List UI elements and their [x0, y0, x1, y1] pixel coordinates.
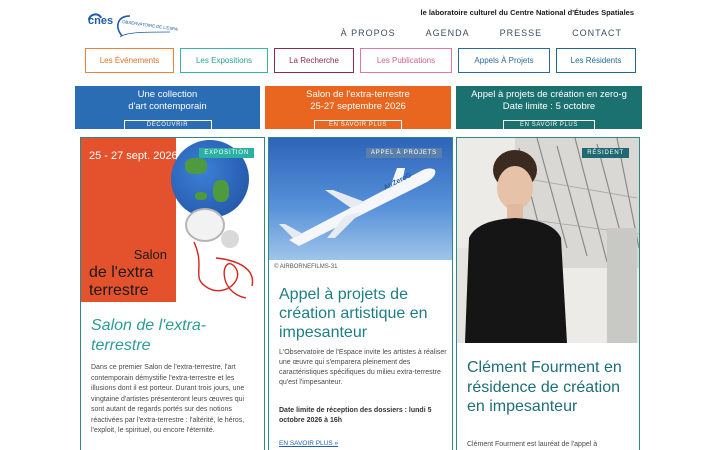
card-description: Clément Fourment est lauréat de l'appel …	[467, 441, 598, 448]
category-events-button[interactable]: Les Événements	[85, 48, 174, 73]
deadline-text: Date limite de réception des dossiers : …	[279, 407, 432, 424]
category-research-button[interactable]: La Recherche	[274, 48, 354, 73]
logo-text: cnes	[88, 15, 113, 27]
banner-title-line: Date limite : 5 octobre	[502, 101, 596, 112]
exhibition-tag[interactable]: EXPOSITION	[199, 148, 254, 158]
card-salon[interactable]: 25 - 27 sept. 2026 Salon de l'extra terr…	[80, 137, 265, 450]
category-calls-button[interactable]: Appels À Projets	[458, 48, 550, 73]
nav-agenda[interactable]: AGENDA	[426, 28, 470, 38]
poster-title-line: de l'extra	[89, 264, 154, 281]
airplane-image[interactable]: AirZeroG APPEL À PROJETS	[269, 138, 452, 260]
nav-about[interactable]: À PROPOS	[341, 28, 396, 38]
card-title[interactable]: Appel à projets de création artistique e…	[279, 285, 447, 342]
card-description: L'Observatoire de l'Espace invite les ar…	[279, 349, 447, 386]
category-publications-button[interactable]: Les Publications	[360, 48, 452, 73]
banner-salon[interactable]: Salon de l'extra-terrestre 25-27 septemb…	[265, 86, 451, 130]
poster-title-line: terrestre	[89, 282, 149, 299]
photo-credit: © AIRBORNEFILMS-31	[274, 264, 338, 270]
discover-button[interactable]: DÉCOUVRIR	[123, 120, 212, 130]
category-bar: Les Événements Les Expositions La Recher…	[85, 48, 636, 73]
resident-portrait-image[interactable]: RÉSIDENT	[457, 138, 639, 343]
card-title[interactable]: Salon de l'extra-terrestre	[91, 316, 256, 356]
poster-title-line: Salon	[133, 247, 167, 262]
card-description: Dans ce premier Salon de l'extra-terrest…	[91, 364, 245, 434]
banner-title-line: Appel à projets de création en zero-g	[471, 89, 627, 100]
banner-row: Une collection d'art contemporain DÉCOUV…	[75, 86, 642, 130]
banner-title-line: d'art contemporain	[128, 101, 207, 112]
banner-call[interactable]: Appel à projets de création en zero-g Da…	[456, 86, 642, 130]
learn-more-button[interactable]: EN SAVOIR PLUS	[503, 120, 595, 130]
resident-tag[interactable]: RÉSIDENT	[582, 148, 629, 158]
red-wire-illustration	[193, 241, 254, 299]
learn-more-link[interactable]: EN SAVOIR PLUS »	[279, 440, 338, 447]
nav-press[interactable]: PRESSE	[500, 28, 543, 38]
learn-more-button[interactable]: EN SAVOIR PLUS	[314, 120, 402, 130]
category-residents-button[interactable]: Les Résidents	[556, 48, 636, 73]
card-call-for-projects[interactable]: AirZeroG APPEL À PROJETS © AIRBORNEFILMS…	[268, 137, 453, 450]
banner-collection[interactable]: Une collection d'art contemporain DÉCOUV…	[75, 86, 260, 130]
logo-subtext: OBSERVATOIRE DE L'ESPACE	[122, 19, 178, 33]
robot-helmet-illustration	[185, 208, 225, 242]
poster-date: 25 - 27 sept. 2026	[89, 150, 178, 162]
poster-title: Salon de l'extra terrestre	[89, 246, 167, 300]
banner-title-line: Salon de l'extra-terrestre	[306, 89, 410, 100]
banner-title-line: Une collection	[137, 89, 198, 100]
category-exhibitions-button[interactable]: Les Expositions	[180, 48, 268, 73]
site-tagline: le laboratoire culturel du Centre Nation…	[420, 8, 635, 17]
nav-contact[interactable]: CONTACT	[572, 28, 622, 38]
call-tag[interactable]: APPEL À PROJETS	[365, 148, 442, 158]
salon-poster-image[interactable]: 25 - 27 sept. 2026 Salon de l'extra terr…	[81, 138, 264, 302]
portrait-illustration	[457, 138, 639, 343]
card-resident[interactable]: RÉSIDENT Clément Fourment en résidence d…	[456, 137, 640, 450]
cnes-logo[interactable]: cnes OBSERVATOIRE DE L'ESPACE	[86, 10, 184, 38]
top-navigation: À PROPOS AGENDA PRESSE CONTACT	[341, 28, 622, 38]
card-title[interactable]: Clément Fourment en résidence de créatio…	[467, 358, 635, 417]
banner-title-line: 25-27 septembre 2026	[310, 101, 406, 112]
